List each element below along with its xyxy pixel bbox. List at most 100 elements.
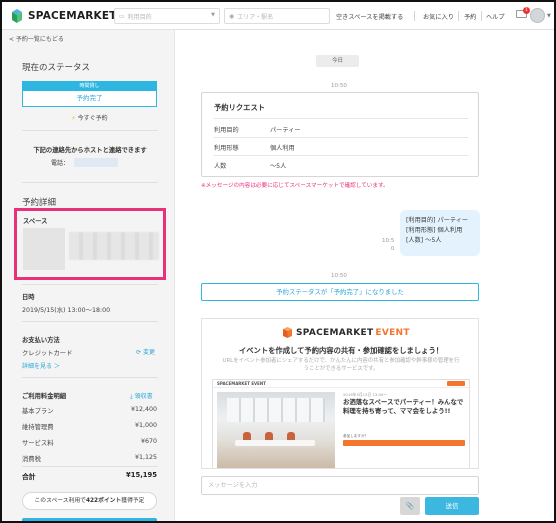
nav-help-link[interactable]: ヘルプ [486,12,505,21]
bubble-line: [人数] 〜5人 [406,237,442,244]
chevron-down-icon: ▼ [211,12,215,18]
back-to-list-link[interactable]: < 予約一覧にもどる [9,34,64,43]
fee-row: サービス料 ¥670 [22,438,157,447]
preview-details: 2019年5月15日 13:00〜 お洒落なスペースでパーティー！みんなで料理を… [343,392,465,468]
message-input[interactable]: メッセージを入力 [201,476,479,495]
promo-description: URLをイベント参加者にシェアするだけで、かんたんに内容の共有と参加確認や幹事様… [222,358,460,372]
request-key: 人数 [214,163,227,170]
fee-row: 基本プラン ¥12,400 [22,406,157,415]
preview-logo: SPACEMARKET EVENT [217,381,266,386]
fee-row: 消費税 ¥1,125 [22,454,157,463]
total-row: 合計 ¥15,195 [22,471,157,481]
sent-message-bubble: [利用目的] パーティー [利用形態] 個人利用 [人数] 〜5人 [400,210,480,256]
divider [214,155,468,156]
divider [22,284,158,285]
preview-rsvp-bar [343,440,465,446]
space-name-redacted[interactable] [69,232,159,260]
attach-file-button[interactable]: 📎 [400,497,420,515]
divider [214,137,468,138]
receipt-link[interactable]: ⤓ 領収書 [130,391,153,401]
mail-icon[interactable]: 1 [516,7,530,18]
message-thread: 今日 10:50 予約リクエスト 利用目的 パーティー 利用形態 個人利用 人数… [176,30,554,521]
chevron-down-icon[interactable]: ▼ [547,13,551,19]
send-button[interactable]: 送信 [425,497,479,515]
space-thumbnail[interactable] [23,228,65,270]
event-logo: SPACEMARKET EVENT [282,327,410,338]
space-label: スペース [23,218,48,225]
message-time: 10:50 [331,273,347,279]
chat-bubble-icon: ▭ [119,12,125,20]
request-value: パーティー [270,127,301,134]
status-section-title: 現在のステータス [22,63,91,73]
host-phone: 電話： [51,158,119,167]
payment-label: お支払い方法 [22,337,60,344]
datetime-label: 日時 [22,294,35,301]
location-pin-icon: ◉ [229,12,235,20]
instant-booking-label: ⚡ 今すぐ予約 [71,115,108,122]
logo-mark-icon [10,9,24,23]
moderation-notice: ※メッセージの内容は必要に応じてスペースマーケットで確認しています。 [201,183,389,189]
logo-text: SPACEMARKET [28,10,117,22]
nav-reservations-link[interactable]: 予約 [464,12,476,21]
preview-photo [217,392,335,468]
event-logo-icon [282,327,293,338]
photo-windows [227,398,325,422]
contact-host-text: 下記の連絡先からホストと連絡できます [33,147,147,154]
status-change-banner: 予約ステータスが「予約完了」になりました [201,283,479,301]
nav-divider [458,11,459,21]
divider [214,118,468,119]
purpose-select[interactable]: ▭ 利用目的 ▼ [114,8,220,24]
divider [22,182,158,183]
spacemarket-logo[interactable]: SPACEMARKET [10,9,117,23]
payment-method: クレジットカード [22,350,73,357]
event-page-preview: SPACEMARKET EVENT 2019年5月15日 13:00〜 お洒落な… [212,379,470,468]
request-value: 個人利用 [270,145,295,152]
request-value: 〜5人 [270,163,287,170]
datetime-value: 2019/5/15(水) 13:00〜18:00 [22,307,111,314]
phone-number-redacted[interactable] [74,158,119,167]
date-separator: 今日 [316,55,359,67]
request-key: 利用目的 [214,127,239,134]
reservation-request-card: 予約リクエスト 利用目的 パーティー 利用形態 個人利用 人数 〜5人 [201,92,479,177]
promo-headline: イベントを作成して予約内容の共有・参加確認をしましょう！ [238,346,444,355]
preview-button [447,381,465,386]
mail-count-badge: 1 [523,7,530,14]
nav-host-link[interactable]: 空きスペースを掲載する [336,12,403,21]
bubble-line: [利用形態] 個人利用 [406,227,463,234]
sidebar-action-button[interactable] [22,518,157,521]
rental-type-label: 時間貸し [23,82,156,91]
divider [22,466,158,467]
photo-table [235,440,315,446]
status-value: 予約完了 [76,94,103,102]
nav-divider [414,11,415,21]
preview-header: SPACEMARKET EVENT [213,380,469,388]
change-payment-link[interactable]: ⟳ 変更 [136,347,155,356]
divider [22,130,158,131]
paperclip-icon: 📎 [405,502,415,510]
nav-favorites-link[interactable]: お気に入り [423,12,454,21]
purpose-placeholder: 利用目的 [127,13,152,21]
bubble-line: [利用目的] パーティー [406,217,469,224]
preview-question: 参加しますか？ [343,434,369,438]
message-time: 10:50 [331,83,347,89]
area-search-input[interactable]: ◉ エリア・駅名 [224,8,330,24]
divider [22,321,158,322]
status-badge: 時間貸し 予約完了 [22,81,157,107]
payment-detail-link[interactable]: 詳細を見る ＞ [22,361,60,370]
refresh-icon: ⟳ [136,349,143,356]
preview-title: お洒落なスペースでパーティー！みんなで料理を持ち寄って、ママ会をしよう!! [343,398,464,415]
event-promo-card[interactable]: SPACEMARKET EVENT イベントを作成して予約内容の共有・参加確認をし… [201,318,479,469]
space-card-highlighted[interactable]: スペース [14,208,166,280]
nav-divider [481,11,482,21]
fee-row: 維持管理費 ¥1,000 [22,422,157,431]
area-placeholder: エリア・駅名 [237,13,274,21]
lightning-icon: ⚡ [71,115,76,122]
user-avatar[interactable] [530,8,545,23]
fees-title: ご利用料金明細 [22,393,67,400]
details-section-title: 予約詳細 [22,198,57,208]
request-key: 利用形態 [214,145,239,152]
top-header: SPACEMARKET ▭ 利用目的 ▼ ◉ エリア・駅名 空きスペースを掲載す… [2,2,554,30]
sent-message-time: 10:5 0 [382,238,395,252]
points-info: このスペース利用で422ポイント獲得予定 [22,492,157,510]
request-title: 予約リクエスト [214,103,266,112]
